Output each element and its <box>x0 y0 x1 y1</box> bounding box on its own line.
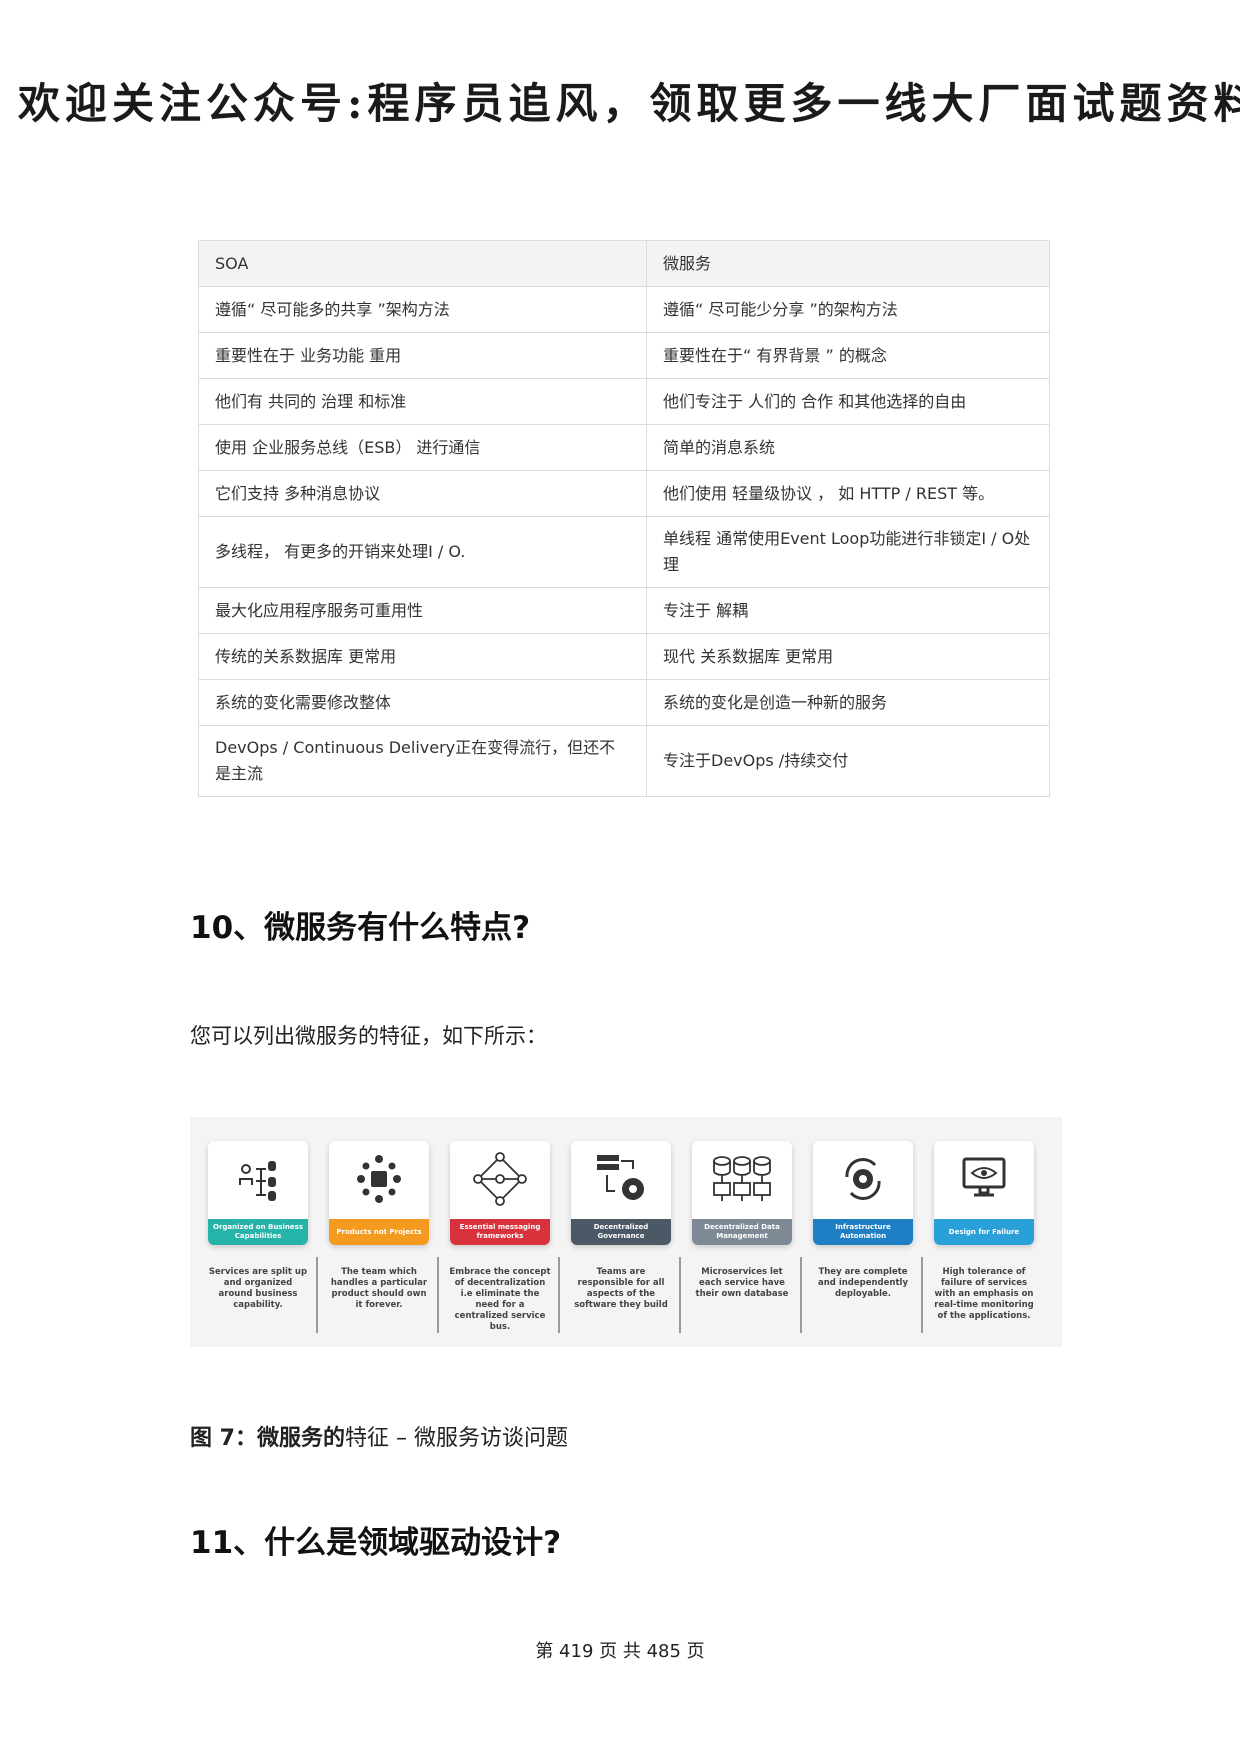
table-cell-microservices: 现代 关系数据库 更常用 <box>646 633 1050 680</box>
figure-divider <box>437 1257 439 1333</box>
feature-label: Organized on Business Capabilities <box>208 1219 308 1245</box>
governance-gear-icon <box>597 1155 644 1200</box>
table-cell-microservices: 简单的消息系统 <box>646 424 1050 471</box>
table-cell-soa: 多线程， 有更多的开销来处理I / O. <box>198 516 647 588</box>
table-row: DevOps / Continuous Delivery正在变得流行，但还不是主… <box>198 725 1050 797</box>
page-banner: 欢迎关注公众号:程序员追风，领取更多一线大厂面试题资料 <box>18 79 1240 128</box>
figure-divider <box>921 1257 923 1333</box>
table-row: 最大化应用程序服务可重用性 专注于 解耦 <box>198 587 1050 634</box>
question-10-intro: 您可以列出微服务的特征，如下所示： <box>190 1024 547 1048</box>
table-cell-soa: 遵循“ 尽可能多的共享 ”架构方法 <box>198 286 647 333</box>
feature-card-governance: Decentralized Governance <box>571 1141 671 1245</box>
feature-card-automation: Infrastructure Automation <box>813 1141 913 1245</box>
feature-card-design-for-failure: Design for Failure <box>934 1141 1034 1245</box>
table-row: 多线程， 有更多的开销来处理I / O. 单线程 通常使用Event Loop功… <box>198 516 1050 588</box>
table-cell-soa: 系统的变化需要修改整体 <box>198 679 647 726</box>
table-row: 重要性在于 业务功能 重用 重要性在于“ 有界背景 ” 的概念 <box>198 332 1050 379</box>
feature-label: Decentralized Governance <box>571 1219 671 1245</box>
figure-divider <box>800 1257 802 1333</box>
table-cell-microservices: 专注于DevOps /持续交付 <box>646 725 1050 797</box>
figure-divider <box>316 1257 318 1333</box>
figure-caption-rest: 特征 – 微服务访谈问题 <box>344 1426 568 1451</box>
feature-description: Embrace the concept of decentralization … <box>449 1267 551 1332</box>
feature-description: Teams are responsible for all aspects of… <box>574 1267 668 1310</box>
feature-card-products: Products not Projects <box>329 1141 429 1245</box>
table-cell-microservices: 他们使用 轻量级协议 ， 如 HTTP / REST 等。 <box>646 470 1050 517</box>
feature-description: They are complete and independently depl… <box>818 1267 908 1299</box>
table-header-soa: SOA <box>198 240 647 287</box>
table-row: 系统的变化需要修改整体 系统的变化是创造一种新的服务 <box>198 679 1050 726</box>
feature-description: High tolerance of failure of services wi… <box>934 1267 1034 1321</box>
page-footer: 第 419 页 共 485 页 <box>535 1641 705 1662</box>
figure-divider <box>679 1257 681 1333</box>
feature-description: Services are split up and organized arou… <box>208 1267 308 1310</box>
table-cell-microservices: 他们专注于 人们的 合作 和其他选择的自由 <box>646 378 1050 425</box>
feature-label: Infrastructure Automation <box>813 1219 913 1245</box>
table-cell-soa: DevOps / Continuous Delivery正在变得流行，但还不是主… <box>198 725 647 797</box>
table-header-row: SOA 微服务 <box>198 240 1050 287</box>
table-row: 使用 企业服务总线（ESB） 进行通信 简单的消息系统 <box>198 424 1050 471</box>
table-cell-soa: 最大化应用程序服务可重用性 <box>198 587 647 634</box>
table-cell-soa: 传统的关系数据库 更常用 <box>198 633 647 680</box>
table-cell-soa: 使用 企业服务总线（ESB） 进行通信 <box>198 424 647 471</box>
products-icon <box>357 1155 401 1203</box>
messaging-network-icon <box>473 1152 527 1206</box>
table-cell-microservices: 遵循“ 尽可能少分享 ”的架构方法 <box>646 286 1050 333</box>
feature-card-data-management: Decentralized Data Management <box>692 1141 792 1245</box>
table-row: 它们支持 多种消息协议 他们使用 轻量级协议 ， 如 HTTP / REST 等… <box>198 470 1050 517</box>
feature-description: The team which handles a particular prod… <box>330 1267 428 1310</box>
automation-gear-icon <box>845 1158 881 1200</box>
table-row: 遵循“ 尽可能多的共享 ”架构方法 遵循“ 尽可能少分享 ”的架构方法 <box>198 286 1050 333</box>
feature-label: Products not Projects <box>329 1219 429 1245</box>
feature-label: Design for Failure <box>934 1219 1034 1245</box>
question-11-heading: 11、什么是领域驱动设计? <box>190 1525 562 1561</box>
business-capabilities-icon <box>239 1161 276 1201</box>
feature-description: Microservices let each service have thei… <box>695 1267 789 1299</box>
table-row: 他们有 共同的 治理 和标准 他们专注于 人们的 合作 和其他选择的自由 <box>198 378 1050 425</box>
table-cell-soa: 他们有 共同的 治理 和标准 <box>198 378 647 425</box>
feature-card-messaging: Essential messaging frameworks <box>450 1141 550 1245</box>
feature-label: Decentralized Data Management <box>692 1219 792 1245</box>
figure-caption: 图 7：微服务的特征 – 微服务访谈问题 <box>190 1420 568 1452</box>
feature-label: Essential messaging frameworks <box>450 1219 550 1245</box>
monitor-eye-icon <box>962 1157 1006 1197</box>
table-cell-microservices: 专注于 解耦 <box>646 587 1050 634</box>
table-cell-microservices: 重要性在于“ 有界背景 ” 的概念 <box>646 332 1050 379</box>
table-cell-microservices: 单线程 通常使用Event Loop功能进行非锁定I / O处理 <box>646 516 1050 588</box>
figure-divider <box>558 1257 560 1333</box>
table-row: 传统的关系数据库 更常用 现代 关系数据库 更常用 <box>198 633 1050 680</box>
table-cell-soa: 它们支持 多种消息协议 <box>198 470 647 517</box>
feature-card-business-capabilities: Organized on Business Capabilities <box>208 1141 308 1245</box>
table-cell-soa: 重要性在于 业务功能 重用 <box>198 332 647 379</box>
table-header-microservices: 微服务 <box>646 240 1050 287</box>
question-10-heading: 10、微服务有什么特点? <box>190 910 531 946</box>
table-cell-microservices: 系统的变化是创造一种新的服务 <box>646 679 1050 726</box>
database-icon <box>713 1156 771 1201</box>
soa-vs-microservices-table: SOA 微服务 遵循“ 尽可能多的共享 ”架构方法 遵循“ 尽可能少分享 ”的架… <box>198 240 1050 797</box>
microservice-features-figure: Organized on Business Capabilities Servi… <box>190 1117 1062 1347</box>
figure-caption-bold: 图 7：微服务的 <box>190 1426 345 1451</box>
